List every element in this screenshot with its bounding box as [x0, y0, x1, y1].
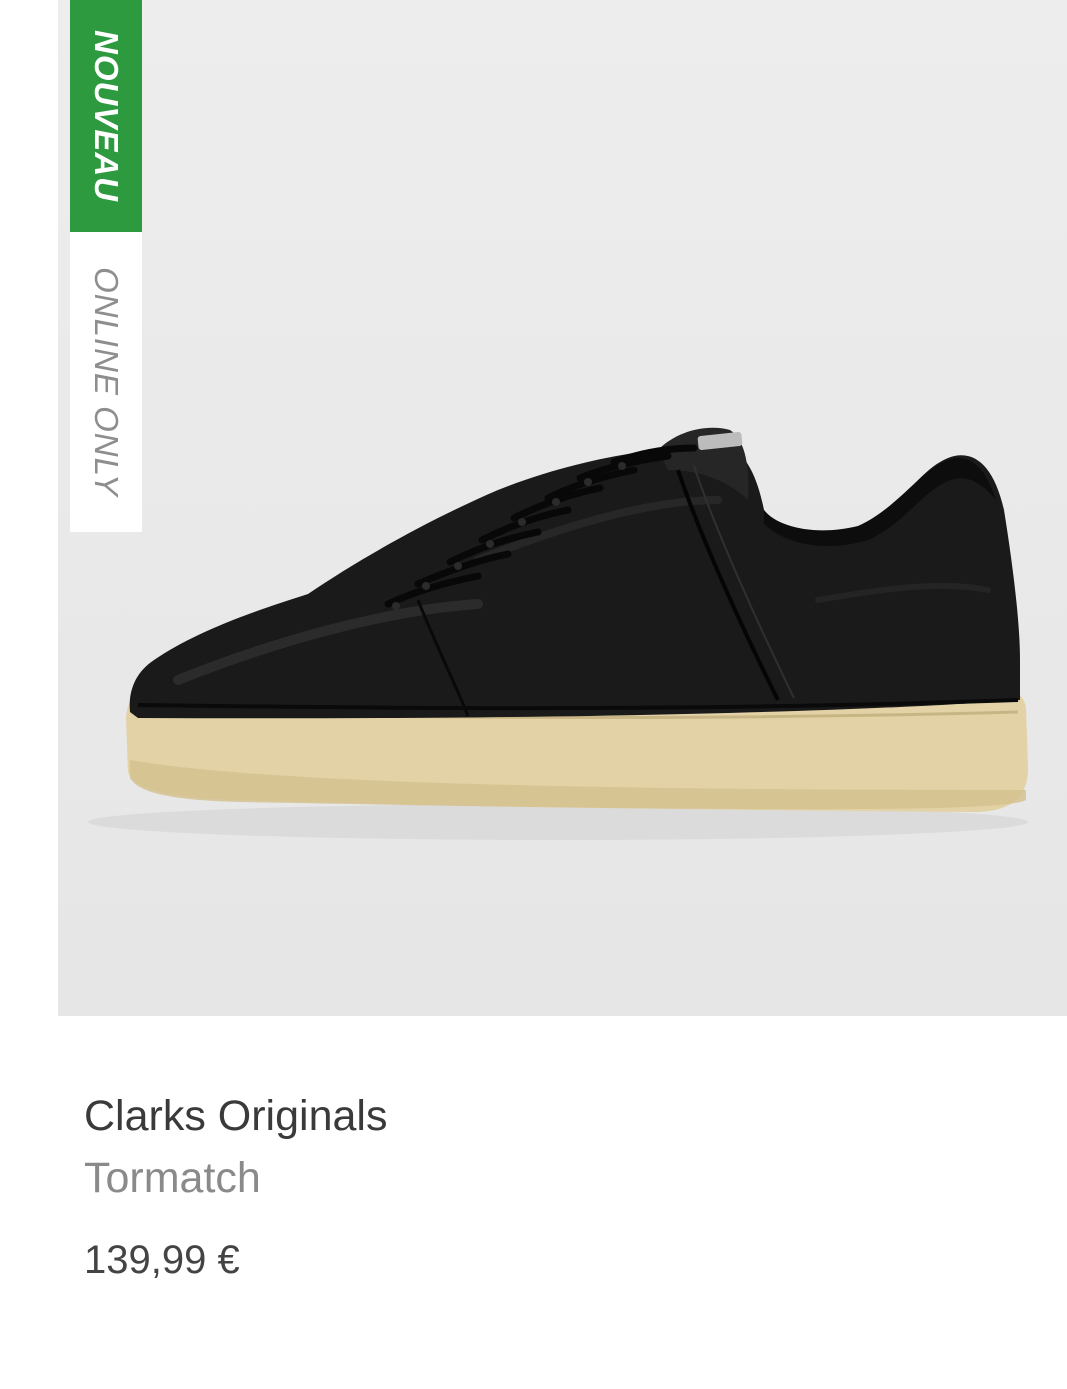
- product-price: 139,99 €: [84, 1238, 240, 1282]
- product-model[interactable]: Tormatch: [84, 1150, 984, 1206]
- product-card[interactable]: NOUVEAU ONLINE ONLY Clarks Originals Tor…: [0, 0, 1067, 1389]
- sneaker-image: [88, 427, 1028, 840]
- product-info: Clarks Originals Tormatch 139,99 €: [84, 1088, 984, 1288]
- product-brand[interactable]: Clarks Originals: [84, 1088, 984, 1144]
- new-badge-label: NOUVEAU: [88, 29, 125, 203]
- online-only-badge: ONLINE ONLY: [70, 232, 142, 532]
- online-only-badge-label: ONLINE ONLY: [88, 267, 125, 497]
- product-image-area[interactable]: [58, 0, 1067, 1016]
- new-badge: NOUVEAU: [70, 0, 142, 232]
